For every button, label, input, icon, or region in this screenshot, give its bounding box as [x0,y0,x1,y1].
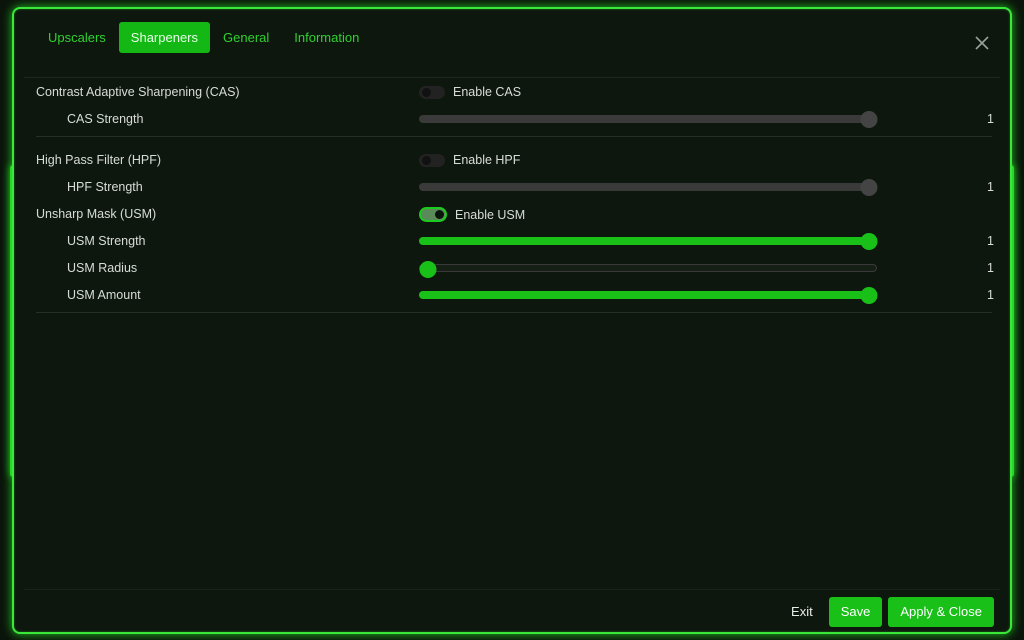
sharpeners-panel: Contrast Adaptive Sharpening (CAS) Enabl… [34,79,994,323]
cas-strength-thumb[interactable] [860,111,878,128]
hpf-toggle[interactable]: Enable HPF [419,153,520,167]
cas-row: Contrast Adaptive Sharpening (CAS) Enabl… [34,79,992,106]
section-divider [36,312,992,313]
cas-title: Contrast Adaptive Sharpening (CAS) [36,85,240,99]
cas-strength-label: CAS Strength [67,112,144,126]
hpf-strength-slider[interactable] [419,179,878,196]
usm-strength-row: USM Strength 1 [34,228,994,255]
tab-bar: Upscalers Sharpeners General Information [36,22,372,53]
hpf-row: High Pass Filter (HPF) Enable HPF [34,147,992,174]
header-divider [24,77,1000,78]
usm-strength-label: USM Strength [67,234,146,248]
tab-general[interactable]: General [211,22,281,53]
usm-amount-label: USM Amount [67,288,141,302]
usm-toggle-label: Enable USM [455,207,526,222]
usm-toggle[interactable]: Enable USM [419,207,525,222]
tab-upscalers[interactable]: Upscalers [36,22,118,53]
usm-title: Unsharp Mask (USM) [36,207,157,221]
exit-button[interactable]: Exit [791,597,813,627]
usm-radius-thumb[interactable] [419,261,437,278]
usm-radius-label: USM Radius [67,261,138,275]
apply-close-button[interactable]: Apply & Close [888,597,994,627]
hpf-toggle-label: Enable HPF [453,153,521,167]
footer-actions: Exit Save Apply & Close [791,597,994,627]
cas-strength-slider[interactable] [419,111,878,128]
usm-radius-value: 1 [987,261,994,275]
footer-divider [24,589,1000,590]
usm-amount-value: 1 [987,288,994,302]
hpf-switch[interactable] [419,153,445,167]
cas-switch[interactable] [419,85,445,99]
usm-switch[interactable] [419,207,447,222]
hpf-strength-thumb[interactable] [860,179,878,196]
usm-row: Unsharp Mask (USM) Enable USM [34,201,992,228]
usm-strength-value: 1 [987,234,994,248]
cas-toggle-label: Enable CAS [453,85,522,99]
section-divider [36,136,992,137]
hpf-strength-label: HPF Strength [67,180,143,194]
usm-amount-slider[interactable] [419,287,878,304]
close-icon[interactable] [972,33,992,53]
usm-radius-slider[interactable] [419,261,877,278]
usm-radius-row: USM Radius 1 [34,255,994,282]
hpf-title: High Pass Filter (HPF) [36,153,162,167]
usm-strength-slider[interactable] [419,233,878,250]
hpf-strength-value: 1 [987,180,994,194]
tab-sharpeners[interactable]: Sharpeners [118,22,211,53]
save-button[interactable]: Save [828,597,883,627]
cas-strength-value: 1 [987,112,994,126]
cas-strength-row: CAS Strength 1 [34,106,994,133]
usm-strength-thumb[interactable] [860,233,878,250]
tab-information[interactable]: Information [282,22,371,53]
hpf-strength-row: HPF Strength 1 [34,174,994,201]
usm-amount-row: USM Amount 1 [34,282,994,309]
cas-toggle[interactable]: Enable CAS [419,85,521,99]
settings-dialog: Upscalers Sharpeners General Information… [12,7,1012,634]
usm-amount-thumb[interactable] [860,287,878,304]
